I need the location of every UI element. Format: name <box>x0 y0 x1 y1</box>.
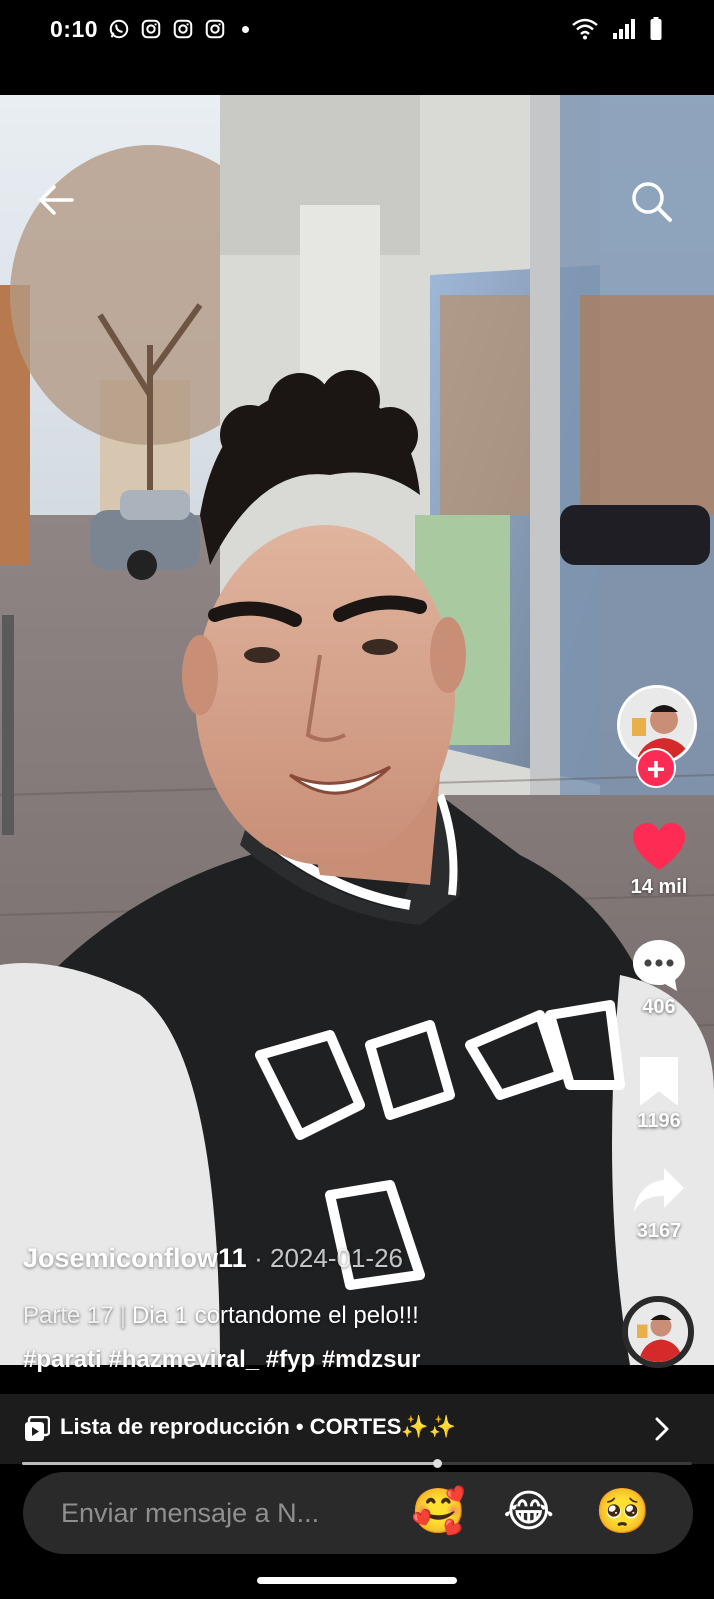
home-indicator[interactable] <box>257 1577 457 1584</box>
status-time: 0:10 <box>50 16 99 42</box>
signal-icon <box>613 19 635 39</box>
back-arrow-icon[interactable] <box>36 180 76 220</box>
comment-action[interactable]: 406 <box>614 938 704 1019</box>
share-count: 3167 <box>636 1220 682 1242</box>
chevron-right-icon[interactable] <box>654 1416 670 1442</box>
emoji-pleading-face[interactable]: 🥺 <box>595 1487 650 1537</box>
caption-text: Dia 1 cortandome el pelo!!! <box>131 1302 419 1329</box>
comment-count: 406 <box>642 996 676 1018</box>
author-name[interactable]: Josemiconflow11 <box>23 1243 247 1273</box>
video-progress-bar[interactable] <box>22 1459 692 1468</box>
search-icon[interactable] <box>630 180 674 224</box>
share-arrow-icon[interactable] <box>632 1166 686 1216</box>
comment-icon[interactable] <box>631 938 687 992</box>
message-input[interactable]: Enviar mensaje a N... 🥰 😂 🥺 <box>23 1472 693 1554</box>
post-caption[interactable]: Parte 17 | Dia 1 cortandome el pelo!!! <box>23 1302 419 1330</box>
playlist-icon <box>25 1416 50 1441</box>
instagram-icon <box>141 19 161 39</box>
playlist-label[interactable]: Lista de reproducción • CORTES✨✨ <box>60 1414 456 1440</box>
music-disc[interactable] <box>622 1296 694 1368</box>
like-action[interactable]: 14 mil <box>614 822 704 899</box>
status-bar: 0:10 <box>0 0 714 62</box>
more-notifications-dot <box>242 25 249 33</box>
video-frame <box>0 95 714 1365</box>
share-action[interactable]: 3167 <box>614 1166 704 1243</box>
bottom-bar: Enviar mensaje a N... 🥰 😂 🥺 <box>0 1468 714 1599</box>
post-date: · 2024-01-26 <box>254 1243 403 1273</box>
post-author-line[interactable]: Josemiconflow11 · 2024-01-26 <box>23 1243 403 1274</box>
message-placeholder: Enviar mensaje a N... <box>61 1498 320 1528</box>
like-count: 14 mil <box>630 876 688 898</box>
system-status <box>572 17 662 41</box>
video-progress-fill <box>22 1462 438 1465</box>
battery-icon <box>650 17 662 40</box>
playlist-bar[interactable]: Lista de reproducción • CORTES✨✨ <box>0 1394 714 1464</box>
save-action[interactable]: 1196 <box>614 1056 704 1133</box>
emoji-tears-of-joy[interactable]: 😂 <box>503 1487 554 1537</box>
heart-icon[interactable] <box>631 822 687 872</box>
caption-separator: | <box>119 1302 126 1329</box>
follow-button[interactable]: + <box>636 748 676 788</box>
wifi-icon <box>572 18 598 40</box>
instagram-icon <box>205 19 225 39</box>
video-progress-knob[interactable] <box>433 1459 443 1468</box>
instagram-icon <box>173 19 193 39</box>
whatsapp-icon <box>109 19 129 39</box>
save-count: 1196 <box>637 1110 681 1132</box>
video-player[interactable] <box>0 95 714 1365</box>
playlist-part: Parte 17 <box>23 1302 114 1329</box>
notification-icons <box>108 18 249 40</box>
bookmark-icon[interactable] <box>637 1056 681 1106</box>
hashtags[interactable]: #parati #hazmeviral_ #fyp #mdzsur <box>23 1346 421 1374</box>
emoji-smiling-hearts[interactable]: 🥰 <box>411 1487 466 1537</box>
